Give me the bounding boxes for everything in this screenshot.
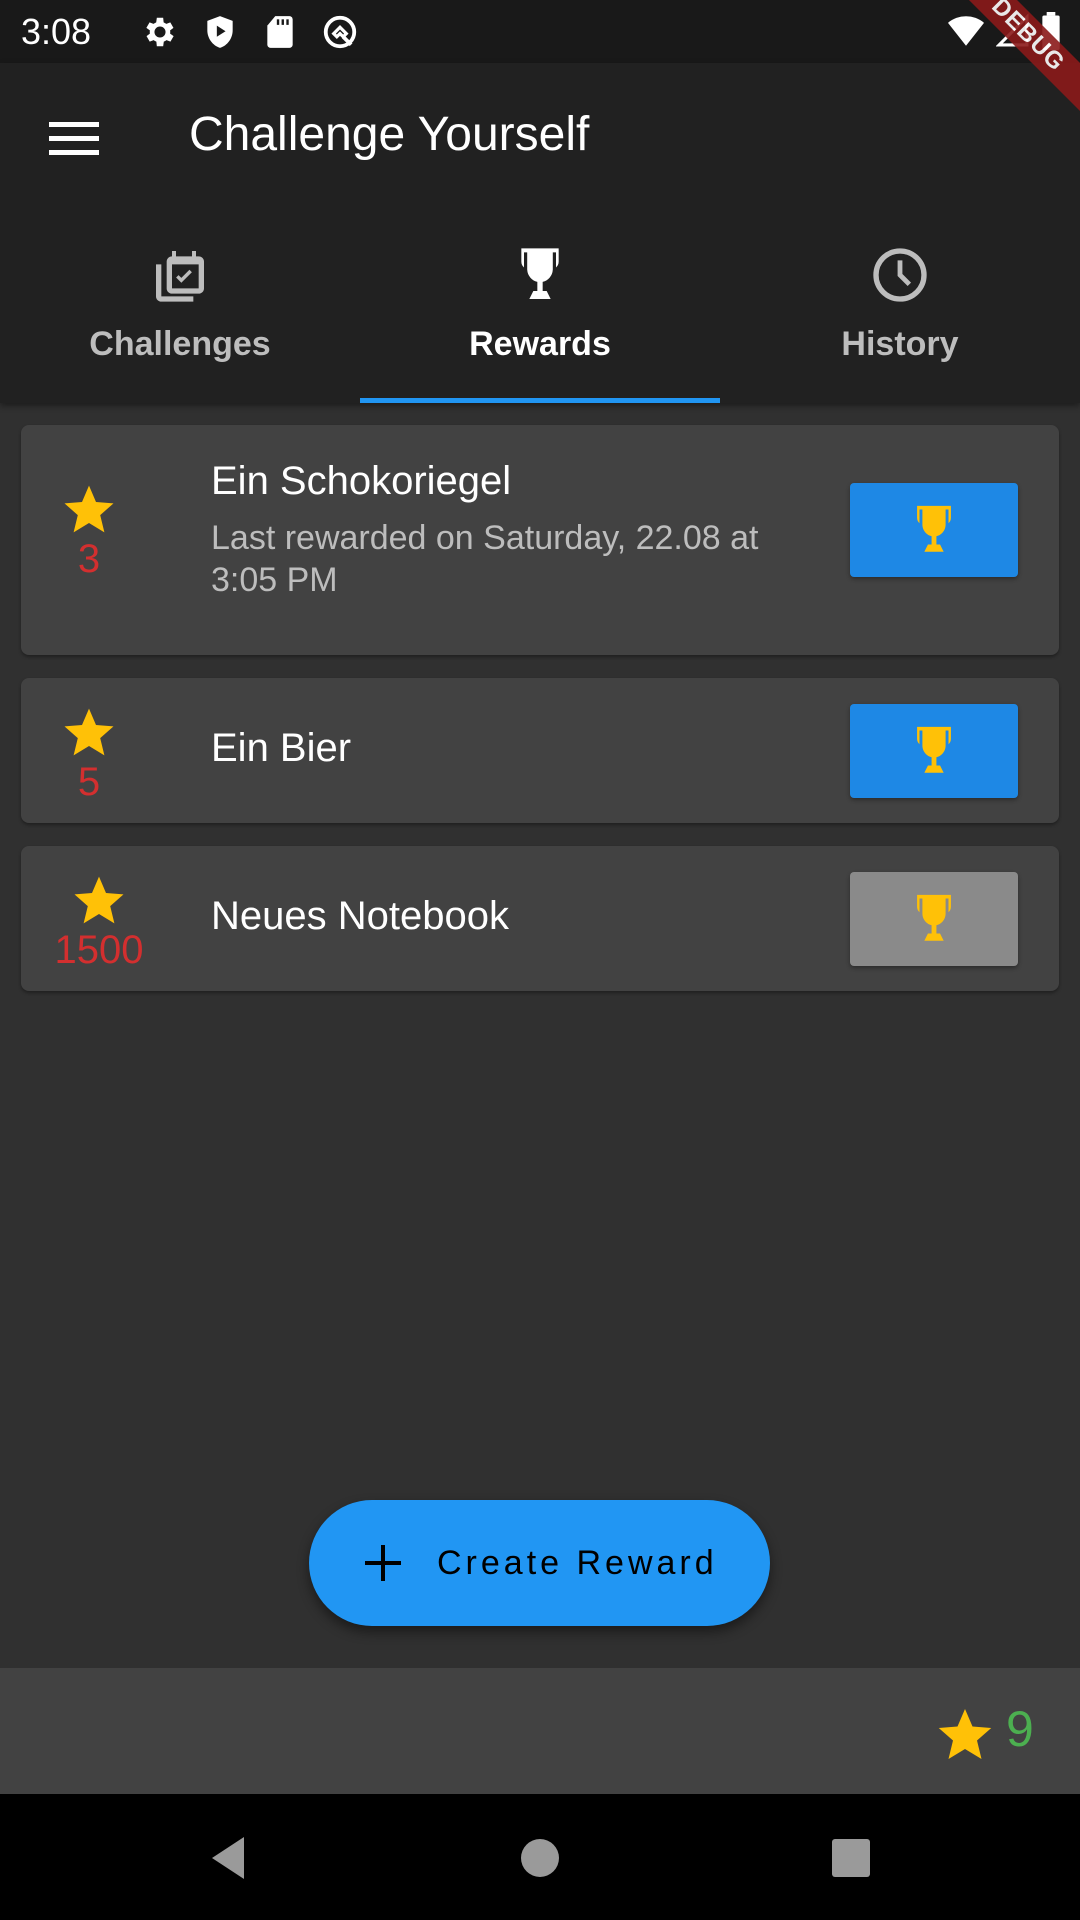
reward-card[interactable]: 5 Ein Bier bbox=[21, 678, 1059, 823]
tab-bar: Challenges Rewards History bbox=[0, 233, 1080, 403]
plus-icon bbox=[365, 1545, 401, 1581]
cost-value: 1500 bbox=[54, 928, 144, 972]
wifi-icon bbox=[948, 16, 984, 46]
calendar-check-icon bbox=[156, 251, 204, 302]
star-icon bbox=[64, 708, 114, 756]
reward-name: Ein Bier bbox=[211, 726, 352, 770]
screen: 3:08 DEBUG Challenge Yourself Challenges… bbox=[0, 0, 1080, 1920]
create-reward-button[interactable]: Create Reward bbox=[309, 1500, 770, 1626]
tab-indicator bbox=[360, 398, 720, 403]
tab-challenges[interactable]: Challenges bbox=[0, 233, 360, 403]
reward-last-rewarded: Last rewarded on Saturday, 22.08 at 3:05… bbox=[211, 519, 759, 599]
cost-value: 5 bbox=[77, 760, 101, 804]
points-bar: 9 bbox=[0, 1668, 1080, 1794]
star-icon bbox=[64, 485, 114, 533]
back-button[interactable] bbox=[200, 1830, 256, 1886]
system-nav-bar bbox=[0, 1794, 1080, 1920]
reward-name: Neues Notebook bbox=[211, 894, 509, 938]
tab-label: Challenges bbox=[89, 325, 271, 363]
trophy-icon bbox=[521, 248, 559, 299]
app-bar: Challenge Yourself Challenges Rewards Hi… bbox=[0, 63, 1080, 403]
status-bar: 3:08 bbox=[0, 0, 1080, 63]
status-time: 3:08 bbox=[21, 10, 92, 52]
tab-label: Rewards bbox=[469, 325, 611, 363]
back-icon bbox=[212, 1837, 244, 1879]
sd-card-icon bbox=[267, 15, 293, 48]
reward-cost: 5 bbox=[59, 704, 119, 804]
create-reward-label: Create Reward bbox=[437, 1543, 718, 1582]
cost-value: 3 bbox=[77, 537, 101, 581]
app-title: Challenge Yourself bbox=[189, 108, 590, 161]
home-button[interactable] bbox=[512, 1830, 568, 1886]
trophy-icon bbox=[917, 726, 951, 773]
hamburger-menu-icon bbox=[48, 122, 99, 155]
home-icon bbox=[521, 1839, 559, 1877]
recents-button[interactable] bbox=[823, 1830, 879, 1886]
points-value: 9 bbox=[1006, 1701, 1034, 1757]
menu-button[interactable] bbox=[36, 111, 111, 167]
gear-icon bbox=[146, 17, 174, 46]
claim-reward-button[interactable] bbox=[850, 704, 1018, 798]
claim-reward-button[interactable] bbox=[850, 872, 1018, 966]
reward-card[interactable]: 3 Ein Schokoriegel Last rewarded on Satu… bbox=[21, 425, 1059, 655]
reward-cost: 3 bbox=[59, 481, 119, 581]
star-icon bbox=[74, 876, 124, 924]
tab-rewards[interactable]: Rewards bbox=[360, 233, 720, 403]
tab-label: History bbox=[841, 325, 959, 363]
trophy-icon bbox=[917, 894, 951, 941]
clock-icon bbox=[873, 248, 927, 302]
reward-card[interactable]: 1500 Neues Notebook bbox=[21, 846, 1059, 991]
reward-cost: 1500 bbox=[49, 872, 149, 972]
recents-icon bbox=[832, 1839, 870, 1877]
tab-history[interactable]: History bbox=[720, 233, 1080, 403]
q-logo-icon bbox=[323, 15, 357, 48]
shield-play-icon bbox=[207, 15, 233, 48]
reward-name: Ein Schokoriegel bbox=[211, 459, 512, 503]
status-icons-left bbox=[141, 13, 359, 51]
claim-reward-button[interactable] bbox=[850, 483, 1018, 577]
trophy-icon bbox=[917, 505, 951, 552]
star-icon bbox=[938, 1709, 992, 1759]
